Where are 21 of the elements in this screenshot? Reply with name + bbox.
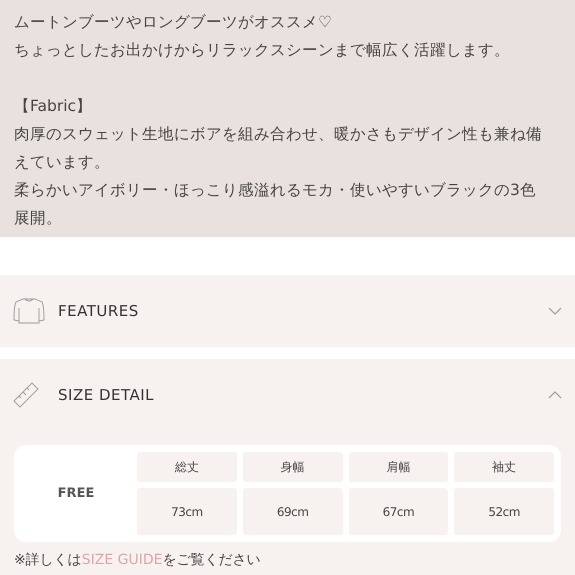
description-text: 【Fabric】 <box>14 96 94 117</box>
accordion-header[interactable]: SIZE DETAIL <box>0 359 575 431</box>
column-header: 身幅 <box>242 452 342 482</box>
measurement-cell: 69cm <box>242 488 342 535</box>
sweater-icon <box>13 298 45 324</box>
ruler-icon <box>13 382 39 408</box>
accordion-header[interactable]: FEATURES <box>0 275 575 347</box>
description-text: ちょっとしたお出かけからリラックスシーンまで幅広く活躍します。 <box>14 40 511 61</box>
column-header: 総丈 <box>137 452 237 482</box>
chevron-down-icon <box>548 307 562 315</box>
description-text: 柔らかいアイボリー・ほっこり感溢れるモカ・使いやすいブラックの3色展開。 <box>14 180 537 229</box>
description-text: ムートンブーツやロングブーツがオススメ♡ <box>14 12 333 33</box>
chevron-up-icon <box>548 391 562 399</box>
measurement-cell: 67cm <box>348 488 448 535</box>
measurement-cell: 73cm <box>137 488 237 535</box>
size-note: ※詳しくはSIZE GUIDEをご覧ください <box>14 551 262 570</box>
size-label: FREE <box>56 484 96 503</box>
column-header: 肩幅 <box>348 452 448 482</box>
measurement-cell: 52cm <box>454 488 554 535</box>
description-text: 肉厚のスウェット生地にボアを組み合わせ、暖かさもデザイン性も兼ね備えています。 <box>14 124 543 173</box>
column-header: 袖丈 <box>454 452 554 482</box>
